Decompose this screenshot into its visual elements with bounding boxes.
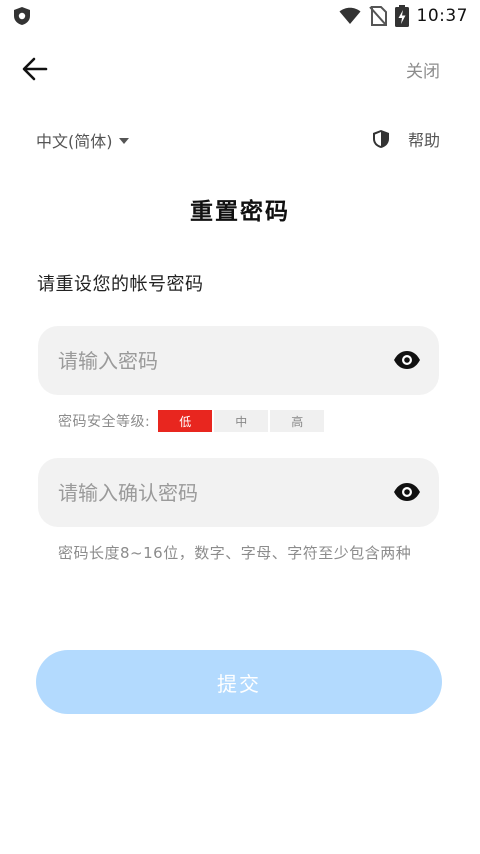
shield-icon (372, 130, 389, 148)
status-icons: 10:37 (339, 4, 469, 28)
battery-charging-icon (394, 5, 409, 27)
status-bar: 10:37 (0, 0, 480, 32)
password-input[interactable] (58, 326, 378, 395)
confirm-password-input[interactable] (58, 458, 378, 527)
help-label: 帮助 (407, 131, 440, 150)
strength-level-medium: 中 (214, 410, 269, 432)
back-button[interactable] (20, 54, 50, 84)
strength-level-high: 高 (270, 410, 325, 432)
submit-button[interactable]: 提交 (36, 650, 442, 714)
strength-label: 密码安全等级: (58, 414, 151, 430)
arrow-left-icon (22, 57, 48, 81)
eye-icon[interactable] (393, 480, 421, 504)
chevron-down-icon (118, 138, 129, 144)
language-label: 中文(简体) (36, 132, 113, 151)
subtitle: 请重设您的帐号密码 (37, 274, 204, 295)
top-bar: 关闭 (0, 48, 480, 88)
language-row: 中文(简体) 帮助 (36, 126, 442, 154)
password-strength: 密码安全等级: 低 中 高 (58, 410, 326, 432)
password-field (38, 326, 439, 395)
page-title: 重置密码 (190, 199, 290, 225)
confirm-password-field (38, 458, 439, 527)
wifi-icon (339, 7, 360, 24)
no-sim-icon (368, 6, 387, 26)
strength-level-low: 低 (158, 410, 213, 432)
status-time: 10:37 (416, 6, 468, 26)
eye-icon[interactable] (393, 348, 421, 372)
close-button[interactable]: 关闭 (406, 57, 440, 82)
language-selector[interactable]: 中文(简体) (36, 128, 129, 152)
password-hint: 密码长度8~16位，数字、字母、字符至少包含两种 (58, 544, 412, 562)
shield-status-icon (14, 7, 30, 25)
help-button[interactable]: 帮助 (372, 127, 440, 151)
